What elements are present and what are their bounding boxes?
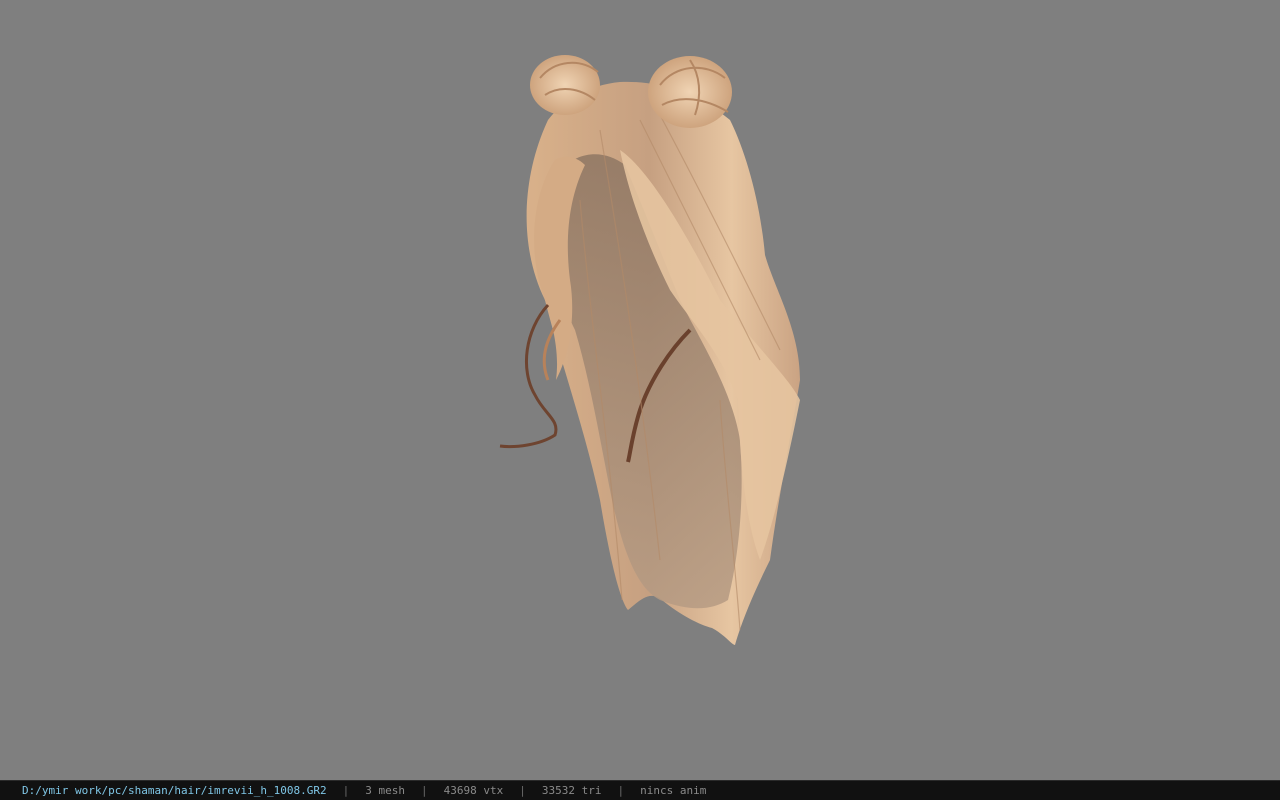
- status-separator: |: [519, 784, 526, 797]
- vertex-count: 43698 vtx: [443, 784, 504, 797]
- anim-status: nincs anim: [640, 784, 707, 797]
- hair-model-icon: [499, 55, 800, 645]
- file-path: D:/ymir work/pc/shaman/hair/imrevii_h_10…: [22, 784, 327, 797]
- status-bar: D:/ymir work/pc/shaman/hair/imrevii_h_10…: [0, 780, 1280, 800]
- model-viewer: D:/ymir work/pc/shaman/hair/imrevii_h_10…: [0, 0, 1280, 800]
- status-separator: |: [421, 784, 428, 797]
- hair-bun-left: [530, 55, 600, 115]
- status-separator: |: [342, 784, 350, 797]
- hair-bun-right: [648, 56, 732, 128]
- 3d-viewport[interactable]: [0, 0, 1280, 780]
- status-separator: |: [617, 784, 625, 797]
- mesh-count: 3 mesh: [365, 784, 406, 797]
- triangle-count: 33532 tri: [541, 784, 602, 797]
